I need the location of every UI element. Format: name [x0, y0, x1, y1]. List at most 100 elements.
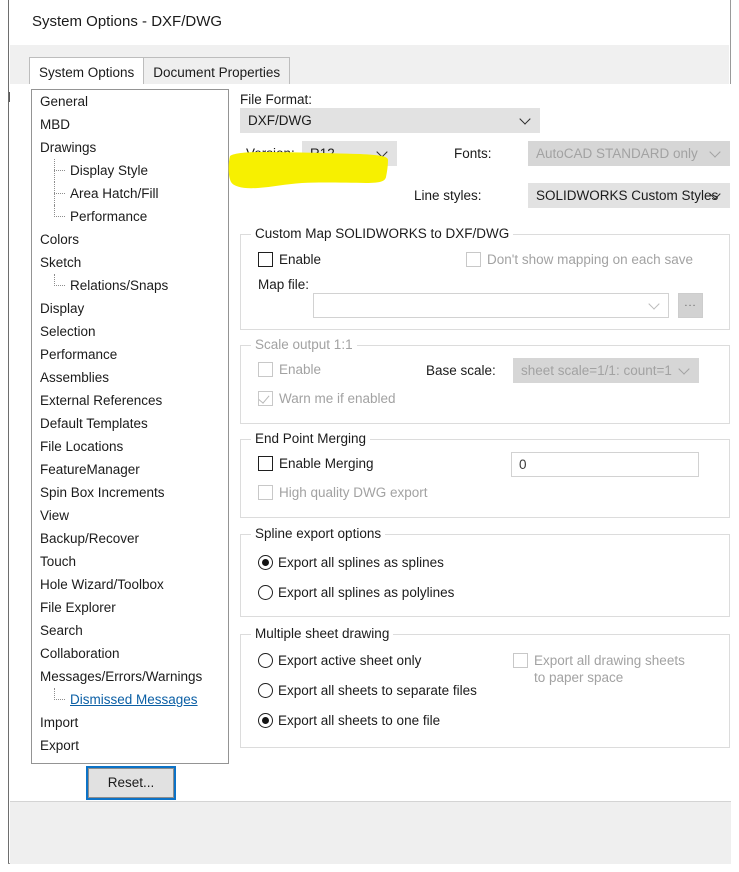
- checkbox-box: [258, 252, 273, 267]
- file-format-combobox[interactable]: DXF/DWG: [240, 108, 540, 133]
- tree-connector-horizontal: [54, 216, 65, 217]
- tree-item-assemblies[interactable]: Assemblies: [32, 366, 228, 389]
- dont-show-mapping-checkbox[interactable]: Don't show mapping on each save: [466, 251, 693, 268]
- tree-item-relations-snaps[interactable]: Relations/Snaps: [32, 274, 228, 297]
- export-to-paper-space-checkbox[interactable]: Export all drawing sheets to paper space: [513, 652, 698, 686]
- fonts-combobox[interactable]: AutoCAD STANDARD only: [528, 141, 730, 166]
- custom-map-enable-checkbox[interactable]: Enable: [258, 251, 321, 268]
- high-quality-dwg-export-checkbox[interactable]: High quality DWG export: [258, 484, 428, 501]
- dialog-title: System Options - DXF/DWG: [32, 13, 223, 30]
- tree-item-collaboration[interactable]: Collaboration: [32, 642, 228, 665]
- chevron-down-icon: [378, 148, 387, 157]
- chevron-down-icon: [650, 300, 659, 309]
- tree-item-file-locations[interactable]: File Locations: [32, 435, 228, 458]
- line-styles-value: SOLIDWORKS Custom Styles: [536, 188, 719, 203]
- options-tree[interactable]: General MBD Drawings Display Style Area Hatc…: [31, 89, 229, 764]
- tree-item-file-explorer[interactable]: File Explorer: [32, 596, 228, 619]
- tree-item-default-templates[interactable]: Default Templates: [32, 412, 228, 435]
- radio-export-all-sheets-separate[interactable]: Export all sheets to separate files: [258, 683, 477, 698]
- radio-button: [258, 585, 273, 600]
- dialog-titlebar: System Options - DXF/DWG: [9, 0, 730, 45]
- tree-item-sketch[interactable]: Sketch: [32, 251, 228, 274]
- radio-label: Export all sheets to one file: [278, 713, 441, 728]
- radio-export-active-sheet-only[interactable]: Export active sheet only: [258, 653, 421, 668]
- base-scale-value: sheet scale=1/1: count=1: [521, 363, 672, 378]
- tree-item-label: Colors: [40, 232, 80, 247]
- tree-item-export[interactable]: Export: [32, 734, 228, 757]
- tree-item-label: Default Templates: [40, 416, 148, 431]
- tab-system-options[interactable]: System Options: [29, 57, 145, 84]
- enable-merging-label: Enable Merging: [279, 456, 374, 471]
- map-file-label: Map file:: [258, 277, 310, 292]
- merge-tolerance-input[interactable]: 0: [511, 452, 699, 477]
- tree-item-label: General: [40, 94, 89, 109]
- reset-button[interactable]: Reset...: [86, 766, 176, 800]
- tree-item-label: File Locations: [40, 439, 124, 454]
- tree-item-import[interactable]: Import: [32, 711, 228, 734]
- chevron-down-icon: [711, 190, 720, 199]
- tree-item-touch[interactable]: Touch: [32, 550, 228, 573]
- file-format-value: DXF/DWG: [248, 113, 312, 128]
- custom-map-caption: Custom Map SOLIDWORKS to DXF/DWG: [251, 226, 514, 241]
- tree-item-search[interactable]: Search: [32, 619, 228, 642]
- scale-output-group: Scale output 1:1 Enable Warn me if enabl…: [240, 337, 730, 424]
- tree-item-label: MBD: [40, 117, 70, 132]
- tree-item-mbd[interactable]: MBD: [32, 113, 228, 136]
- tree-item-messages-errors-warnings[interactable]: Messages/Errors/Warnings: [32, 665, 228, 688]
- enable-merging-checkbox[interactable]: Enable Merging: [258, 455, 374, 472]
- tree-item-label: Export: [40, 738, 80, 753]
- tree-item-display-style[interactable]: Display Style: [32, 159, 228, 182]
- tree-item-featuremanager[interactable]: FeatureManager: [32, 458, 228, 481]
- spline-export-group: Spline export options Export all splines…: [240, 526, 730, 617]
- version-combobox[interactable]: R12: [302, 141, 397, 166]
- radio-button: [258, 683, 273, 698]
- tree-item-spin-box-increments[interactable]: Spin Box Increments: [32, 481, 228, 504]
- map-file-combobox[interactable]: [313, 293, 669, 318]
- tree-item-hole-wizard-toolbox[interactable]: Hole Wizard/Toolbox: [32, 573, 228, 596]
- line-styles-combobox[interactable]: SOLIDWORKS Custom Styles: [528, 183, 730, 208]
- tree-item-label: Backup/Recover: [40, 531, 140, 546]
- tree-item-label: External References: [40, 393, 163, 408]
- fonts-label: Fonts:: [454, 146, 492, 161]
- scale-output-caption: Scale output 1:1: [251, 337, 357, 352]
- radio-export-splines-as-splines[interactable]: Export all splines as splines: [258, 555, 444, 570]
- base-scale-combobox[interactable]: sheet scale=1/1: count=1: [513, 358, 699, 383]
- tree-item-general[interactable]: General: [32, 90, 228, 113]
- tree-item-label: Selection: [40, 324, 96, 339]
- tree-item-drawings[interactable]: Drawings: [32, 136, 228, 159]
- dialog-footer: [10, 801, 731, 864]
- tree-item-display[interactable]: Display: [32, 297, 228, 320]
- tree-item-area-hatch-fill[interactable]: Area Hatch/Fill: [32, 182, 228, 205]
- version-value: R12: [310, 146, 335, 161]
- tree-item-backup-recover[interactable]: Backup/Recover: [32, 527, 228, 550]
- tree-item-label: File Explorer: [40, 600, 116, 615]
- scale-output-enable-label: Enable: [279, 362, 322, 377]
- tree-item-label: Dismissed Messages: [70, 692, 198, 707]
- radio-export-splines-as-polylines[interactable]: Export all splines as polylines: [258, 585, 454, 600]
- map-file-browse-button[interactable]: ...: [678, 293, 703, 318]
- custom-map-group: Custom Map SOLIDWORKS to DXF/DWG Enable …: [240, 226, 730, 330]
- radio-label: Export all splines as splines: [278, 555, 444, 570]
- multiple-sheet-caption: Multiple sheet drawing: [251, 626, 394, 641]
- tree-item-colors[interactable]: Colors: [32, 228, 228, 251]
- tree-item-dismissed-messages[interactable]: Dismissed Messages: [32, 688, 228, 711]
- tab-strip: System Options Document Properties: [29, 57, 291, 84]
- tree-item-label: Messages/Errors/Warnings: [40, 669, 203, 684]
- warn-me-if-enabled-checkbox[interactable]: Warn me if enabled: [258, 390, 396, 407]
- tree-item-label: Display: [40, 301, 85, 316]
- tree-item-label: Spin Box Increments: [40, 485, 165, 500]
- tree-item-performance[interactable]: Performance: [32, 343, 228, 366]
- tree-item-selection[interactable]: Selection: [32, 320, 228, 343]
- tree-item-view[interactable]: View: [32, 504, 228, 527]
- tree-connector-horizontal: [54, 699, 65, 700]
- system-options-dialog: System Options - DXF/DWG System Options …: [8, 0, 731, 864]
- radio-export-all-sheets-one-file[interactable]: Export all sheets to one file: [258, 713, 440, 728]
- checkbox-box: [513, 653, 528, 668]
- tree-item-performance[interactable]: Performance: [32, 205, 228, 228]
- chevron-down-icon: [680, 365, 689, 374]
- checkbox-box: [258, 456, 273, 471]
- tab-document-properties[interactable]: Document Properties: [143, 57, 291, 84]
- export-to-paper-space-label: Export all drawing sheets to paper space: [534, 653, 685, 685]
- scale-output-enable-checkbox[interactable]: Enable: [258, 361, 321, 378]
- tree-item-external-references[interactable]: External References: [32, 389, 228, 412]
